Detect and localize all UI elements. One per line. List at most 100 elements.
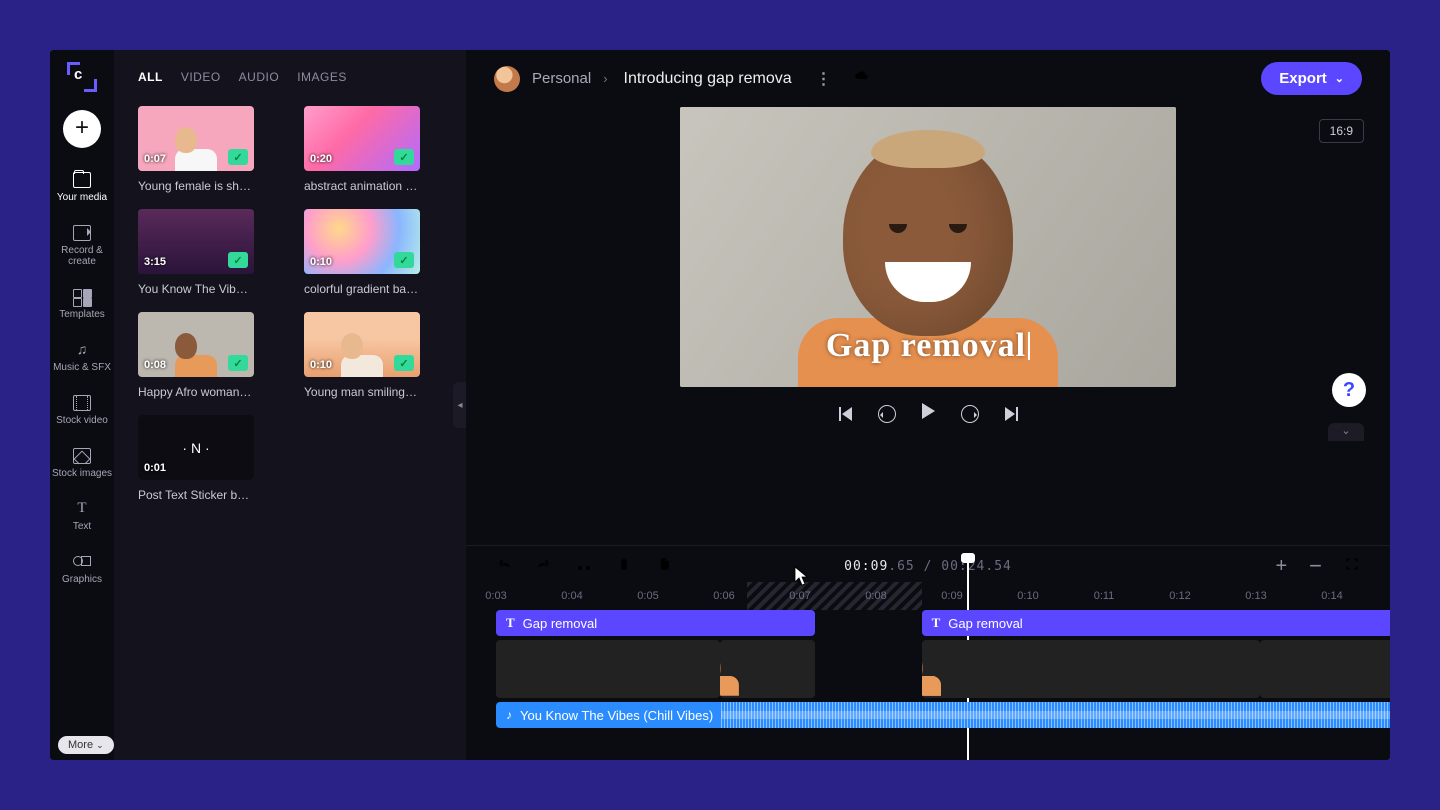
ruler-tick: 0:04 <box>561 590 582 602</box>
clip-title: colorful gradient bac... <box>304 282 420 296</box>
transport-controls <box>839 403 1018 424</box>
media-tab-images[interactable]: IMAGES <box>297 70 347 84</box>
app-window: c + Your media Record & create Templates… <box>50 50 1390 760</box>
skip-end-button[interactable] <box>1005 407 1018 421</box>
timeline-tracks[interactable]: TGap removalTGap removal♪You Know The Vi… <box>466 610 1390 760</box>
fit-timeline-button[interactable] <box>1344 556 1360 576</box>
timeline-video-clip[interactable] <box>922 640 1260 698</box>
ruler-tick: 0:05 <box>637 590 658 602</box>
help-button[interactable]: ? <box>1332 373 1366 407</box>
rail-label: Record & create <box>61 245 103 267</box>
folder-icon <box>73 172 91 188</box>
rail-label: Text <box>73 521 91 532</box>
project-title-input[interactable] <box>620 64 800 94</box>
zoom-in-button[interactable]: + <box>1275 559 1287 573</box>
timeline-text-clip[interactable]: T Gap removal <box>922 610 1390 636</box>
shapes-icon <box>73 554 91 570</box>
rail-templates[interactable]: Templates <box>51 283 113 330</box>
redo-button[interactable] <box>536 556 552 576</box>
camera-icon <box>73 225 91 241</box>
clip-duration: 3:15 <box>144 256 166 268</box>
ruler-tick: 0:11 <box>1094 590 1115 602</box>
rail-more-button[interactable]: More ⌄ <box>58 736 114 754</box>
collapse-panel-button[interactable]: ◂ <box>453 382 466 428</box>
rail-label: Stock images <box>52 468 112 479</box>
clip-duration: 0:10 <box>310 359 332 371</box>
split-button[interactable] <box>576 556 592 576</box>
cloud-sync-off-icon[interactable] <box>850 64 874 93</box>
top-bar: Personal › ⋮ Export ⌄ <box>466 50 1390 103</box>
timeline-area: 00:09.65 / 00:24.54 + − 0:03 0:04 0:05 0:06… <box>466 545 1390 760</box>
skip-start-button[interactable] <box>839 407 852 421</box>
media-thumbnail[interactable]: 0:07 ✓ <box>138 106 254 171</box>
rail-record-create[interactable]: Record & create <box>51 219 113 277</box>
media-panel: ALL VIDEO AUDIO IMAGES 0:07 ✓ Young fema… <box>114 50 466 760</box>
clip-duration: 0:10 <box>310 256 332 268</box>
media-clip[interactable]: 0:10 ✓ Young man smiling at... <box>304 312 420 399</box>
film-icon <box>73 395 91 411</box>
delete-button[interactable] <box>616 556 632 576</box>
step-back-button[interactable] <box>878 405 896 423</box>
zoom-out-button[interactable]: − <box>1309 561 1322 571</box>
rail-stock-video[interactable]: Stock video <box>51 389 113 436</box>
clip-title: Young female is show... <box>138 179 254 193</box>
clip-title: abstract animation of... <box>304 179 420 193</box>
clip-title: Young man smiling at... <box>304 385 420 399</box>
media-clip[interactable]: · N · 0:01 Post Text Sticker by H... <box>138 415 254 502</box>
media-thumbnail[interactable]: 0:10 ✓ <box>304 209 420 274</box>
workspace-avatar[interactable] <box>494 66 520 92</box>
media-clip[interactable]: 0:10 ✓ colorful gradient bac... <box>304 209 420 296</box>
timeline-ruler[interactable]: 0:030:040:050:060:070:080:090:100:110:12… <box>466 582 1390 610</box>
undo-button[interactable] <box>496 556 512 576</box>
media-thumbnail[interactable]: 0:08 ✓ <box>138 312 254 377</box>
timeline-audio-clip[interactable]: ♪ You Know The Vibes (Chill Vibes) <box>496 702 1390 728</box>
duplicate-button[interactable] <box>656 556 672 576</box>
timeline-toolbar: 00:09.65 / 00:24.54 + − <box>466 546 1390 580</box>
audio-clip-label: You Know The Vibes (Chill Vibes) <box>520 708 713 723</box>
app-logo: c <box>67 62 97 92</box>
preview-text-overlay: Gap removal <box>680 327 1176 365</box>
text-icon: T <box>506 615 515 631</box>
clip-duration: 0:01 <box>144 462 166 474</box>
media-clip[interactable]: 0:08 ✓ Happy Afro woman p... <box>138 312 254 399</box>
workspace-name[interactable]: Personal <box>532 70 591 87</box>
text-clip-label: Gap removal <box>948 616 1022 631</box>
rail-your-media[interactable]: Your media <box>51 166 113 213</box>
timeline-video-clip[interactable] <box>720 640 815 698</box>
media-clip[interactable]: 0:07 ✓ Young female is show... <box>138 106 254 193</box>
clip-duration: 0:08 <box>144 359 166 371</box>
media-tab-all[interactable]: ALL <box>138 70 163 84</box>
aspect-ratio-button[interactable]: 16:9 <box>1319 119 1364 143</box>
music-note-icon: ♪ <box>506 708 512 722</box>
step-forward-button[interactable] <box>961 405 979 423</box>
ruler-tick: 0:06 <box>713 590 734 602</box>
ruler-tick: 0:09 <box>941 590 962 602</box>
media-thumbnail[interactable]: 0:10 ✓ <box>304 312 420 377</box>
timeline-text-clip[interactable]: TGap removal <box>496 610 815 636</box>
gap-region <box>747 582 922 610</box>
ruler-tick: 0:03 <box>485 590 506 602</box>
text-icon: T <box>932 615 941 631</box>
media-thumbnail[interactable]: 0:20 ✓ <box>304 106 420 171</box>
rail-label: Templates <box>59 309 105 320</box>
media-tab-video[interactable]: VIDEO <box>181 70 221 84</box>
export-button[interactable]: Export ⌄ <box>1261 62 1362 95</box>
timeline-video-clip[interactable] <box>496 640 720 698</box>
rail-stock-images[interactable]: Stock images <box>51 442 113 489</box>
more-options-button[interactable]: ⋮ <box>812 65 838 93</box>
rail-music-sfx[interactable]: ♫ Music & SFX <box>51 336 113 383</box>
media-thumbnail[interactable]: 3:15 ✓ <box>138 209 254 274</box>
music-note-icon: ♫ <box>73 342 91 358</box>
rail-text[interactable]: T Text <box>51 495 113 542</box>
media-clip[interactable]: 0:20 ✓ abstract animation of... <box>304 106 420 193</box>
panel-expand-handle[interactable]: ⌄ <box>1328 423 1364 441</box>
play-button[interactable] <box>922 403 935 424</box>
add-media-button[interactable]: + <box>63 110 101 148</box>
media-thumbnail[interactable]: · N · 0:01 <box>138 415 254 480</box>
preview-canvas[interactable]: Gap removal <box>680 107 1176 387</box>
media-filter-tabs: ALL VIDEO AUDIO IMAGES <box>138 70 452 84</box>
media-clip[interactable]: 3:15 ✓ You Know The Vibes (... <box>138 209 254 296</box>
timeline-video-clip[interactable] <box>1260 640 1390 698</box>
media-tab-audio[interactable]: AUDIO <box>239 70 280 84</box>
rail-graphics[interactable]: Graphics <box>51 548 113 595</box>
